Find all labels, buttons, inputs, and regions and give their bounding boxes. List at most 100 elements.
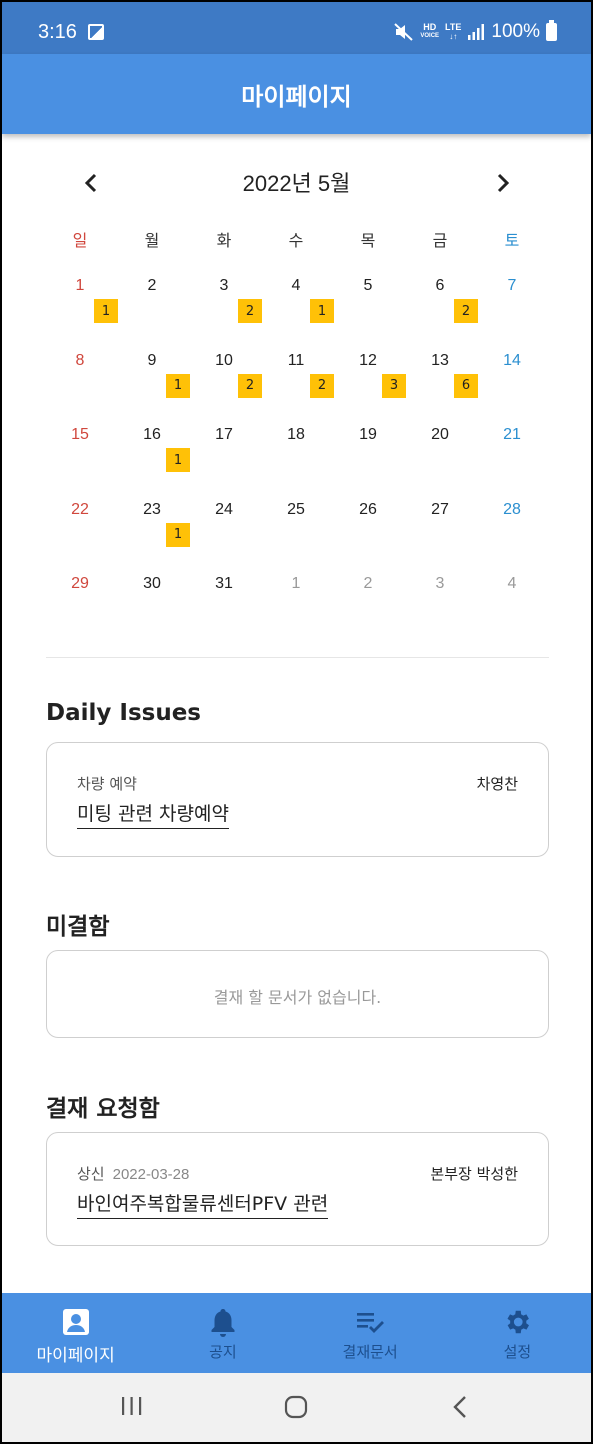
- day-number: 15: [71, 426, 89, 443]
- event-count-badge: 6: [454, 373, 478, 398]
- calendar-day[interactable]: 2: [116, 272, 188, 347]
- calendar-day[interactable]: 3: [404, 570, 476, 645]
- calendar-day[interactable]: 20: [404, 421, 476, 496]
- day-number: 31: [215, 575, 233, 592]
- day-number: 5: [363, 277, 373, 294]
- bell-icon: [210, 1307, 236, 1337]
- pending-card: 결재 할 문서가 없습니다.: [46, 950, 549, 1038]
- weekday-label: 목: [360, 231, 376, 250]
- status-right: HD VOICE LTE ↓↑ 100%: [394, 20, 557, 43]
- day-number: 19: [359, 426, 377, 443]
- event-count-badge: 1: [310, 299, 334, 323]
- calendar-day[interactable]: 13 6: [404, 347, 478, 422]
- day-number: 7: [507, 277, 517, 294]
- nav-mypage[interactable]: 마이페이지: [2, 1293, 149, 1373]
- calendar-day[interactable]: 91: [116, 347, 190, 422]
- calendar-day[interactable]: 11: [44, 272, 118, 347]
- day-number: 2: [363, 575, 373, 592]
- calendar-day[interactable]: 26: [332, 496, 404, 571]
- calendar-day[interactable]: 29: [44, 570, 116, 645]
- person-icon: [62, 1307, 90, 1337]
- day-number: 4: [507, 575, 517, 592]
- request-subject-link[interactable]: 바인여주복합물류센터PFV 관련: [77, 1189, 329, 1219]
- event-count-badge: 2: [310, 373, 334, 398]
- day-number: 26: [359, 500, 377, 518]
- event-count-badge: 2: [238, 299, 262, 323]
- nav-approval-docs[interactable]: 결재문서: [297, 1293, 444, 1373]
- calendar-day[interactable]: 23 1: [116, 496, 190, 571]
- recent-apps-icon: [122, 1397, 142, 1415]
- issue-assignee: 차영찬: [476, 775, 518, 793]
- calendar-day[interactable]: 8: [44, 347, 116, 422]
- day-number: 18: [287, 426, 305, 443]
- gear-icon: [502, 1307, 532, 1337]
- nav-notice[interactable]: 공지: [149, 1293, 296, 1373]
- home-icon: [284, 1395, 308, 1419]
- request-card[interactable]: 상신 2022-03-28 본부장 박성한 바인여주복합물류센터PFV 관련: [46, 1132, 549, 1246]
- mute-icon: [394, 23, 414, 41]
- calendar-grid: 1 1 2 3 2 4 1 5 6 2 7 8 9 1 10 2 11 2 12 3 13 6 14 15 16 1 17 18 19 2…: [44, 272, 548, 645]
- calendar-day[interactable]: 10 2: [188, 347, 262, 422]
- nav-settings[interactable]: 설정: [444, 1293, 591, 1373]
- next-month-button[interactable]: [488, 168, 518, 198]
- calendar-day[interactable]: 21: [476, 421, 548, 496]
- calendar-day[interactable]: 1: [260, 570, 332, 645]
- calendar-day[interactable]: 2: [332, 570, 404, 645]
- day-number: 3: [435, 575, 445, 592]
- calendar-day[interactable]: 18: [260, 421, 332, 496]
- recent-apps-button[interactable]: [120, 1395, 144, 1421]
- calendar-day[interactable]: 17: [188, 421, 260, 496]
- calendar-day[interactable]: 4: [476, 570, 548, 645]
- day-number: 25: [287, 500, 305, 518]
- day-number: 12: [359, 351, 377, 369]
- event-count-badge: 1: [166, 373, 190, 398]
- pending-title: 미결함: [46, 914, 110, 940]
- calendar-day[interactable]: 41: [260, 272, 334, 347]
- calendar-day[interactable]: 31: [188, 570, 260, 645]
- signal-icon: [468, 24, 485, 40]
- system-navigation-bar: [2, 1373, 591, 1442]
- calendar-day[interactable]: 32: [188, 272, 262, 347]
- day-number: 2: [147, 277, 157, 294]
- calendar-day[interactable]: 27: [404, 496, 476, 571]
- calendar-day[interactable]: 25: [260, 496, 332, 571]
- event-count-badge: 1: [166, 448, 190, 472]
- status-time: 3:16: [38, 21, 77, 43]
- day-number: 17: [215, 426, 233, 443]
- bottom-navigation: 마이페이지 공지 결재문서 설정: [2, 1293, 591, 1373]
- calendar-day[interactable]: 7: [476, 272, 548, 347]
- calendar-day[interactable]: 19: [332, 421, 404, 496]
- calendar-day[interactable]: 11 2: [260, 347, 334, 422]
- day-number: 14: [503, 351, 521, 369]
- checklist-icon: [355, 1307, 385, 1337]
- daily-issues-title: Daily Issues: [46, 700, 201, 726]
- home-button[interactable]: [284, 1395, 308, 1423]
- calendar-day[interactable]: 28: [476, 496, 548, 571]
- calendar-day[interactable]: 16 1: [116, 421, 190, 496]
- battery-percent: 100%: [491, 21, 540, 42]
- event-count-badge: 1: [94, 299, 118, 323]
- status-bar: 3:16 HD VOICE LTE ↓↑ 100%: [2, 2, 591, 54]
- back-button[interactable]: [452, 1395, 468, 1423]
- weekday-header: 일 월 화 수 목 금 토: [44, 227, 548, 251]
- calendar-day[interactable]: 30: [116, 570, 188, 645]
- day-number: 4: [291, 277, 301, 294]
- calendar-day[interactable]: 5: [332, 272, 404, 347]
- issue-subject-link[interactable]: 미팅 관련 차량예약: [77, 799, 229, 829]
- divider: [46, 657, 549, 658]
- calendar-day[interactable]: 15: [44, 421, 116, 496]
- calendar-day[interactable]: 62: [404, 272, 478, 347]
- calendar-day[interactable]: 24: [188, 496, 260, 571]
- day-number: 1: [75, 277, 85, 294]
- weekday-label: 월: [144, 231, 160, 250]
- calendar-day[interactable]: 22: [44, 496, 116, 571]
- chevron-right-icon: [497, 173, 510, 193]
- day-number: 10: [215, 351, 233, 369]
- day-number: 24: [215, 500, 233, 518]
- day-number: 28: [503, 500, 521, 518]
- day-number: 27: [431, 500, 449, 518]
- calendar-day[interactable]: 14: [476, 347, 548, 422]
- calendar-day[interactable]: 12 3: [332, 347, 406, 422]
- battery-icon: [546, 20, 557, 41]
- daily-issue-card[interactable]: 차량 예약 차영찬 미팅 관련 차량예약: [46, 742, 549, 857]
